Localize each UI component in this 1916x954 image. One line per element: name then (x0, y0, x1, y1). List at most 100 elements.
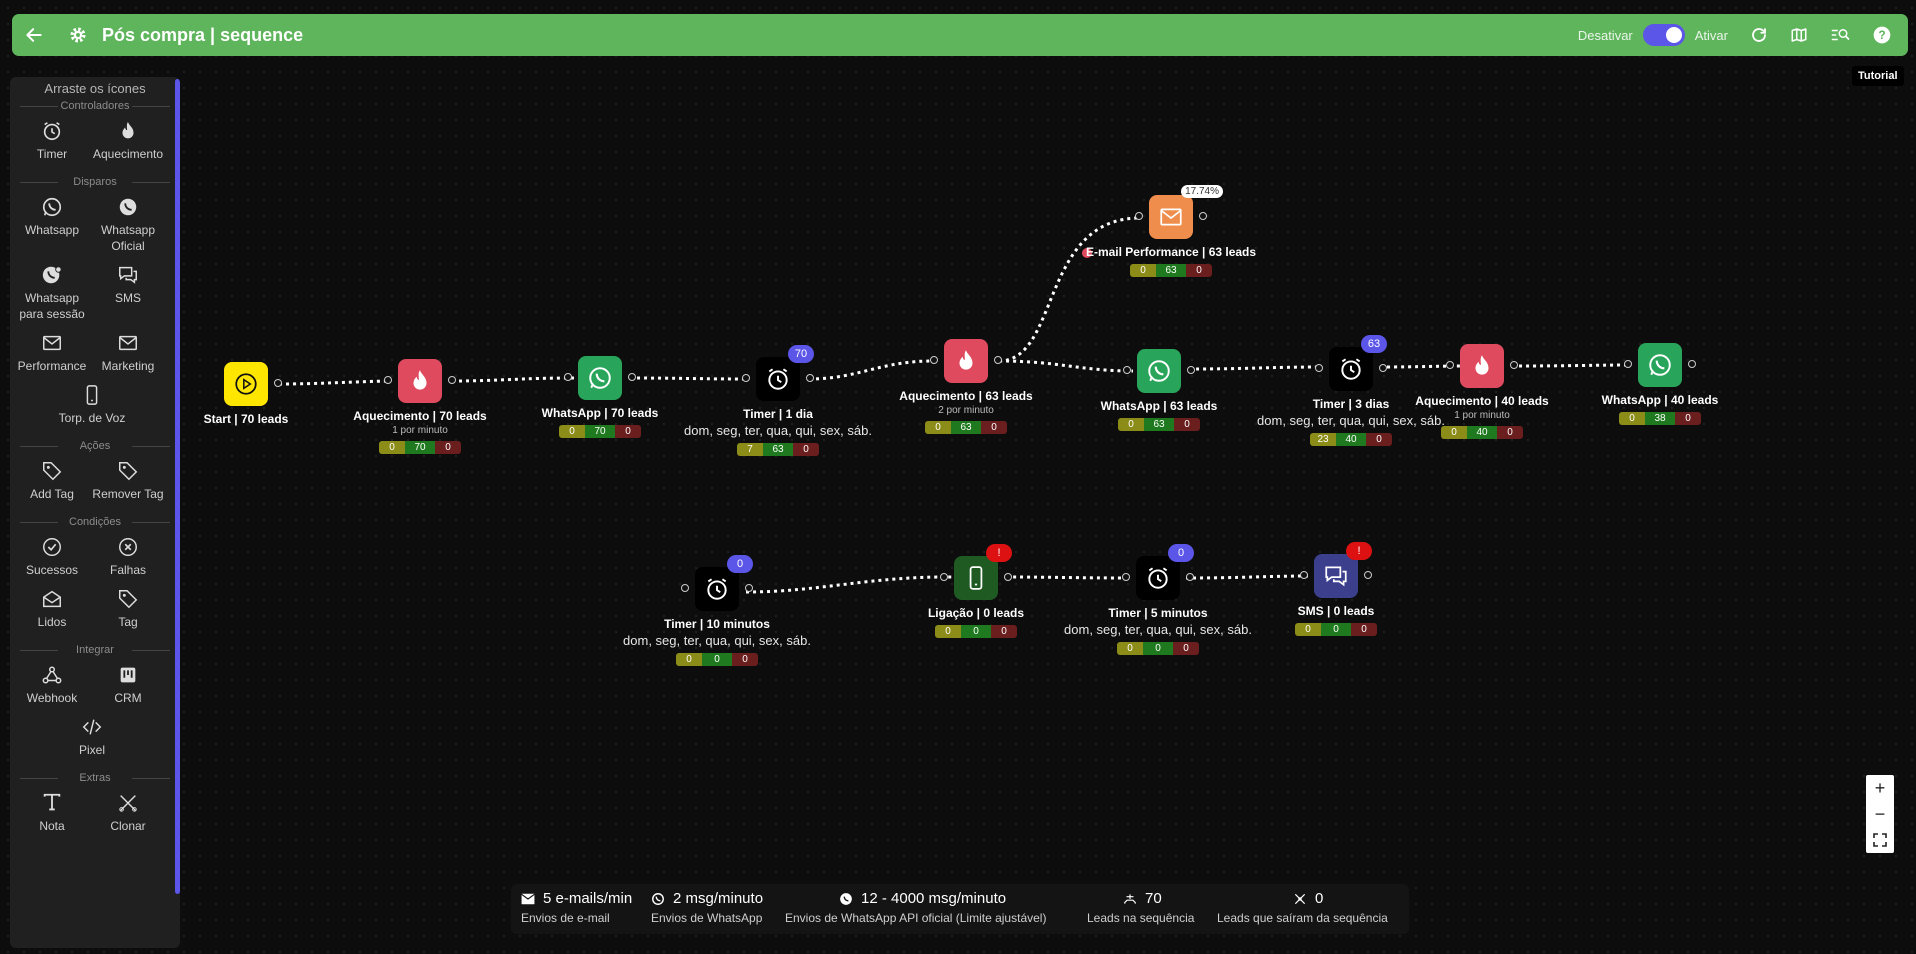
sidebar-item-whatsapp-sessao[interactable]: Whatsapp para sessão (14, 264, 90, 322)
x-circle-icon (119, 538, 137, 556)
node-stats: 23 40 0 (1310, 433, 1392, 446)
sidebar-item-whatsapp-oficial[interactable]: Whatsapp Oficial (90, 196, 166, 254)
zoom-out-button[interactable]: − (1866, 801, 1894, 827)
output-port[interactable] (806, 374, 814, 382)
node-whatsapp-2[interactable]: WhatsApp | 63 leads 0 63 0 (1099, 349, 1219, 431)
whatsapp-node-box[interactable] (1123, 349, 1195, 393)
sidebar-item-tag[interactable]: Tag (90, 588, 166, 630)
node-start[interactable]: Start | 70 leads (200, 362, 292, 426)
timer-node-box[interactable]: 70 (742, 345, 814, 401)
activate-toggle[interactable] (1642, 24, 1685, 46)
fit-view-button[interactable] (1866, 827, 1894, 853)
output-port[interactable] (745, 584, 753, 592)
node-aquecimento-1[interactable]: Aquecimento | 70 leads 1 por minuto 0 70 0 (353, 359, 487, 454)
sidebar-item-marketing[interactable]: Marketing (90, 332, 166, 374)
deactivate-label[interactable]: Desativar (1578, 28, 1633, 43)
timer-node-box[interactable]: 63 (1315, 335, 1387, 391)
output-port[interactable] (274, 379, 282, 387)
input-port[interactable] (1300, 571, 1308, 579)
kanban-icon (120, 667, 136, 683)
sms-node-box[interactable]: ! (1300, 542, 1372, 598)
output-port[interactable] (1510, 361, 1518, 369)
sidebar-item-torp-voz[interactable]: Torp. de Voz (54, 384, 130, 426)
text-note-icon (43, 793, 61, 811)
output-port[interactable] (1199, 212, 1207, 220)
input-port[interactable] (1122, 573, 1130, 581)
gear-icon[interactable] (68, 25, 88, 45)
output-port[interactable] (1004, 573, 1012, 581)
input-port[interactable] (930, 356, 938, 364)
node-email-performance[interactable]: 17.74% E-mail Performance | 63 leads 0 63… (1086, 185, 1256, 277)
sidebar-item-nota[interactable]: Nota (14, 792, 90, 834)
output-port[interactable] (1186, 573, 1194, 581)
whatsapp-node-box[interactable] (564, 356, 636, 400)
sidebar-item-clonar[interactable]: Clonar (90, 792, 166, 834)
input-port[interactable] (1624, 360, 1632, 368)
node-label: Start | 70 leads (203, 412, 289, 426)
input-port[interactable] (1135, 212, 1143, 220)
fire-node-box[interactable] (1446, 344, 1518, 388)
sidebar-item-crm[interactable]: CRM (90, 664, 166, 706)
sidebar-item-performance[interactable]: Performance (14, 332, 90, 374)
sidebar-item-aquecimento[interactable]: Aquecimento (90, 120, 166, 162)
node-stats: 0 63 0 (1118, 418, 1200, 431)
node-ligacao[interactable]: ! Ligação | 0 leads 000 (916, 544, 1036, 638)
map-icon[interactable] (1790, 26, 1808, 44)
metric-leads-left: 0 Leads que saíram da sequência (1217, 890, 1388, 925)
sidebar-item-lidos[interactable]: Lidos (14, 588, 90, 630)
search-list-icon[interactable] (1830, 26, 1850, 44)
fire-node-box[interactable] (930, 339, 1002, 383)
help-icon[interactable]: ? (1872, 25, 1892, 45)
whatsapp-session-icon (42, 266, 62, 284)
node-aquecimento-3[interactable]: Aquecimento | 40 leads 1 por minuto 0 40 0 (1415, 344, 1549, 439)
email-node-box[interactable]: 17.74% (1135, 185, 1223, 239)
start-node-box[interactable] (224, 362, 282, 406)
sidebar-item-pixel[interactable]: Pixel (54, 716, 130, 758)
sidebar-item-sucessos[interactable]: Sucessos (14, 536, 90, 578)
output-port[interactable] (1187, 366, 1195, 374)
input-port[interactable] (681, 584, 689, 592)
mail-icon (521, 893, 535, 904)
node-whatsapp-1[interactable]: WhatsApp | 70 leads 0 70 0 (540, 356, 660, 438)
output-port[interactable] (1379, 364, 1387, 372)
output-port[interactable] (994, 356, 1002, 364)
node-sms[interactable]: ! SMS | 0 leads 000 (1276, 542, 1396, 636)
input-port[interactable] (384, 376, 392, 384)
timer-node-box[interactable]: 0 (681, 555, 753, 611)
metric-whatsapp-api-rate: 12 - 4000 msg/minuto Envios de WhatsApp … (785, 890, 1047, 925)
sidebar-item-add-tag[interactable]: Add Tag (14, 460, 90, 502)
node-whatsapp-3[interactable]: WhatsApp | 40 leads 0 38 0 (1600, 343, 1720, 425)
sidebar-item-remover-tag[interactable]: Remover Tag (90, 460, 166, 502)
node-label: Aquecimento | 70 leads (353, 409, 487, 423)
zoom-in-button[interactable]: + (1866, 775, 1894, 801)
sidebar-scrollbar[interactable] (175, 79, 180, 894)
sidebar-item-whatsapp[interactable]: Whatsapp (14, 196, 90, 254)
node-timer-1-dia[interactable]: 70 Timer | 1 dia dom, seg, ter, qua, qui… (683, 345, 873, 456)
output-port[interactable] (628, 373, 636, 381)
input-port[interactable] (1446, 361, 1454, 369)
timer-node-box[interactable]: 0 (1122, 544, 1194, 600)
input-port[interactable] (940, 573, 948, 581)
node-aquecimento-2[interactable]: Aquecimento | 63 leads 2 por minuto 0 63 0 (899, 339, 1033, 434)
output-port[interactable] (1688, 360, 1696, 368)
sidebar-item-webhook[interactable]: Webhook (14, 664, 90, 706)
output-port[interactable] (1364, 571, 1372, 579)
input-port[interactable] (742, 374, 750, 382)
activate-label[interactable]: Ativar (1695, 28, 1728, 43)
whatsapp-node-box[interactable] (1624, 343, 1696, 387)
back-arrow-icon[interactable] (24, 25, 44, 45)
sidebar-item-sms[interactable]: SMS (90, 264, 166, 322)
input-port[interactable] (1123, 366, 1131, 374)
input-port[interactable] (1315, 364, 1323, 372)
refresh-icon[interactable] (1750, 26, 1768, 44)
node-stats: 0 70 0 (559, 425, 641, 438)
call-node-box[interactable]: ! (940, 544, 1012, 600)
sidebar-item-timer[interactable]: Timer (14, 120, 90, 162)
sidebar-item-falhas[interactable]: Falhas (90, 536, 166, 578)
input-port[interactable] (564, 373, 572, 381)
node-timer-5-minutos[interactable]: 0 Timer | 5 minutos dom, seg, ter, qua, … (1063, 544, 1253, 655)
fire-node-box[interactable] (384, 359, 456, 403)
output-port[interactable] (448, 376, 456, 384)
node-timer-10-minutos[interactable]: 0 Timer | 10 minutos dom, seg, ter, qua,… (622, 555, 812, 666)
phone-icon (969, 566, 983, 590)
